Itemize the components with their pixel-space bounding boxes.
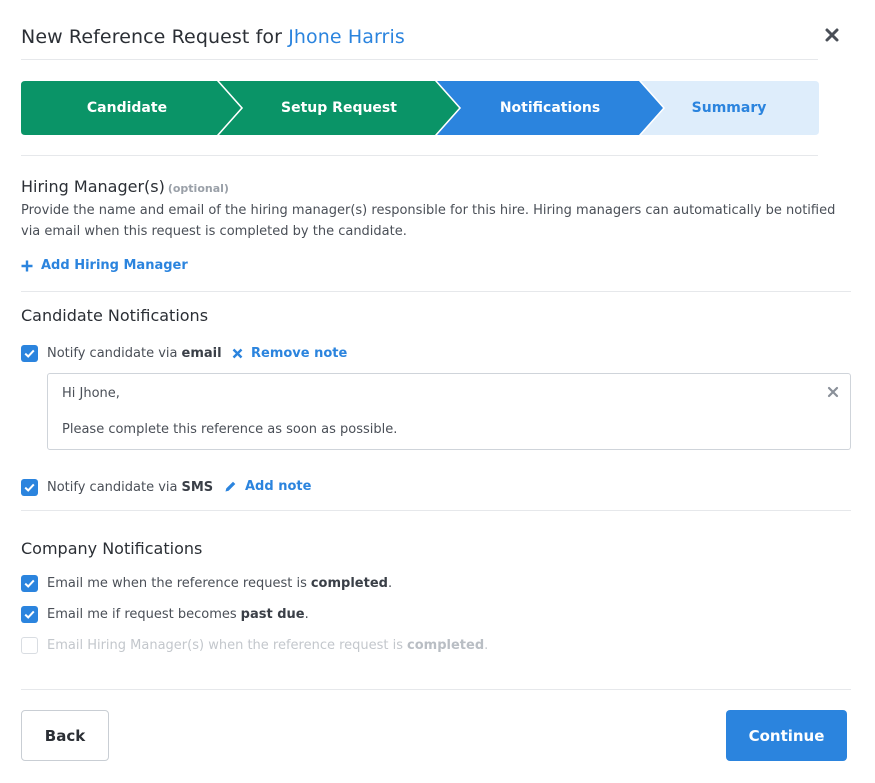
- add-hiring-manager-label: Add Hiring Manager: [41, 258, 188, 273]
- note-greeting: Hi Jhone,: [62, 386, 120, 401]
- notify-sms-channel: SMS: [181, 480, 214, 495]
- company-notify-completed-checkbox[interactable]: [21, 575, 38, 592]
- hiring-managers-title: Hiring Manager(s) (optional): [21, 177, 229, 196]
- notify-sms-row: Notify candidate via SMS: [21, 479, 213, 496]
- pencil-icon: [225, 481, 236, 492]
- plus-icon: [21, 260, 33, 271]
- company-notify-completed-row: Email me when the reference request is co…: [21, 575, 392, 592]
- close-icon: [232, 348, 243, 359]
- divider: [21, 291, 851, 292]
- clear-note-icon[interactable]: [827, 386, 839, 398]
- add-hiring-manager-button[interactable]: Add Hiring Manager: [21, 258, 188, 273]
- divider: [21, 155, 818, 156]
- company-notifications-title: Company Notifications: [21, 539, 203, 558]
- company-notify-hiring-manager-checkbox[interactable]: [21, 637, 38, 654]
- notify-email-checkbox[interactable]: [21, 345, 38, 362]
- check-icon: [24, 579, 35, 588]
- company-notify-hiring-manager-label: Email Hiring Manager(s) when the referen…: [47, 638, 404, 653]
- candidate-notifications-title: Candidate Notifications: [21, 306, 209, 325]
- step-notifications[interactable]: Notifications: [449, 81, 651, 135]
- company-notify-past-due-bold: past due: [240, 607, 305, 622]
- notify-sms-checkbox[interactable]: [21, 479, 38, 496]
- remove-note-button[interactable]: Remove note: [232, 346, 347, 361]
- remove-note-label: Remove note: [251, 346, 348, 361]
- close-icon[interactable]: [824, 27, 840, 43]
- notify-email-label: Notify candidate via: [47, 346, 178, 361]
- check-icon: [24, 483, 35, 492]
- company-notify-past-due-checkbox[interactable]: [21, 606, 38, 623]
- continue-button[interactable]: Continue: [726, 710, 847, 761]
- step-summary[interactable]: Summary: [653, 81, 805, 135]
- notify-email-channel: email: [181, 346, 222, 361]
- wizard-stepper: Candidate Setup Request Notifications Su…: [21, 81, 819, 135]
- modal-title: New Reference Request for Jhone Harris: [21, 26, 818, 48]
- candidate-name: Jhone Harris: [288, 26, 405, 48]
- divider: [21, 689, 851, 690]
- hiring-managers-title-text: Hiring Manager(s): [21, 177, 165, 196]
- company-notify-hiring-manager-bold: completed: [407, 638, 485, 653]
- check-icon: [24, 610, 35, 619]
- add-note-label: Add note: [245, 479, 312, 494]
- hiring-managers-description: Provide the name and email of the hiring…: [21, 203, 836, 239]
- company-notify-hiring-manager-row: Email Hiring Manager(s) when the referen…: [21, 637, 488, 654]
- step-setup-request[interactable]: Setup Request: [231, 81, 447, 135]
- company-notify-hiring-manager-suffix: .: [484, 638, 489, 653]
- step-candidate[interactable]: Candidate: [21, 81, 233, 135]
- company-notify-completed-label: Email me when the reference request is: [47, 576, 307, 591]
- add-note-button[interactable]: Add note: [224, 479, 311, 494]
- modal-header: New Reference Request for Jhone Harris: [21, 26, 818, 60]
- notify-sms-label: Notify candidate via: [47, 480, 178, 495]
- email-note-textarea[interactable]: Hi Jhone, Please complete this reference…: [47, 373, 851, 450]
- back-button[interactable]: Back: [21, 710, 109, 761]
- check-icon: [24, 349, 35, 358]
- notify-email-row: Notify candidate via email: [21, 345, 222, 362]
- company-notify-past-due-label: Email me if request becomes: [47, 607, 237, 622]
- note-body: Please complete this reference as soon a…: [62, 422, 398, 437]
- optional-tag: (optional): [167, 182, 229, 195]
- company-notify-past-due-suffix: .: [304, 607, 309, 622]
- title-prefix: New Reference Request for: [21, 26, 283, 48]
- company-notify-completed-bold: completed: [310, 576, 388, 591]
- company-notify-completed-suffix: .: [387, 576, 393, 591]
- divider: [21, 510, 851, 511]
- company-notify-past-due-row: Email me if request becomes past due.: [21, 606, 309, 623]
